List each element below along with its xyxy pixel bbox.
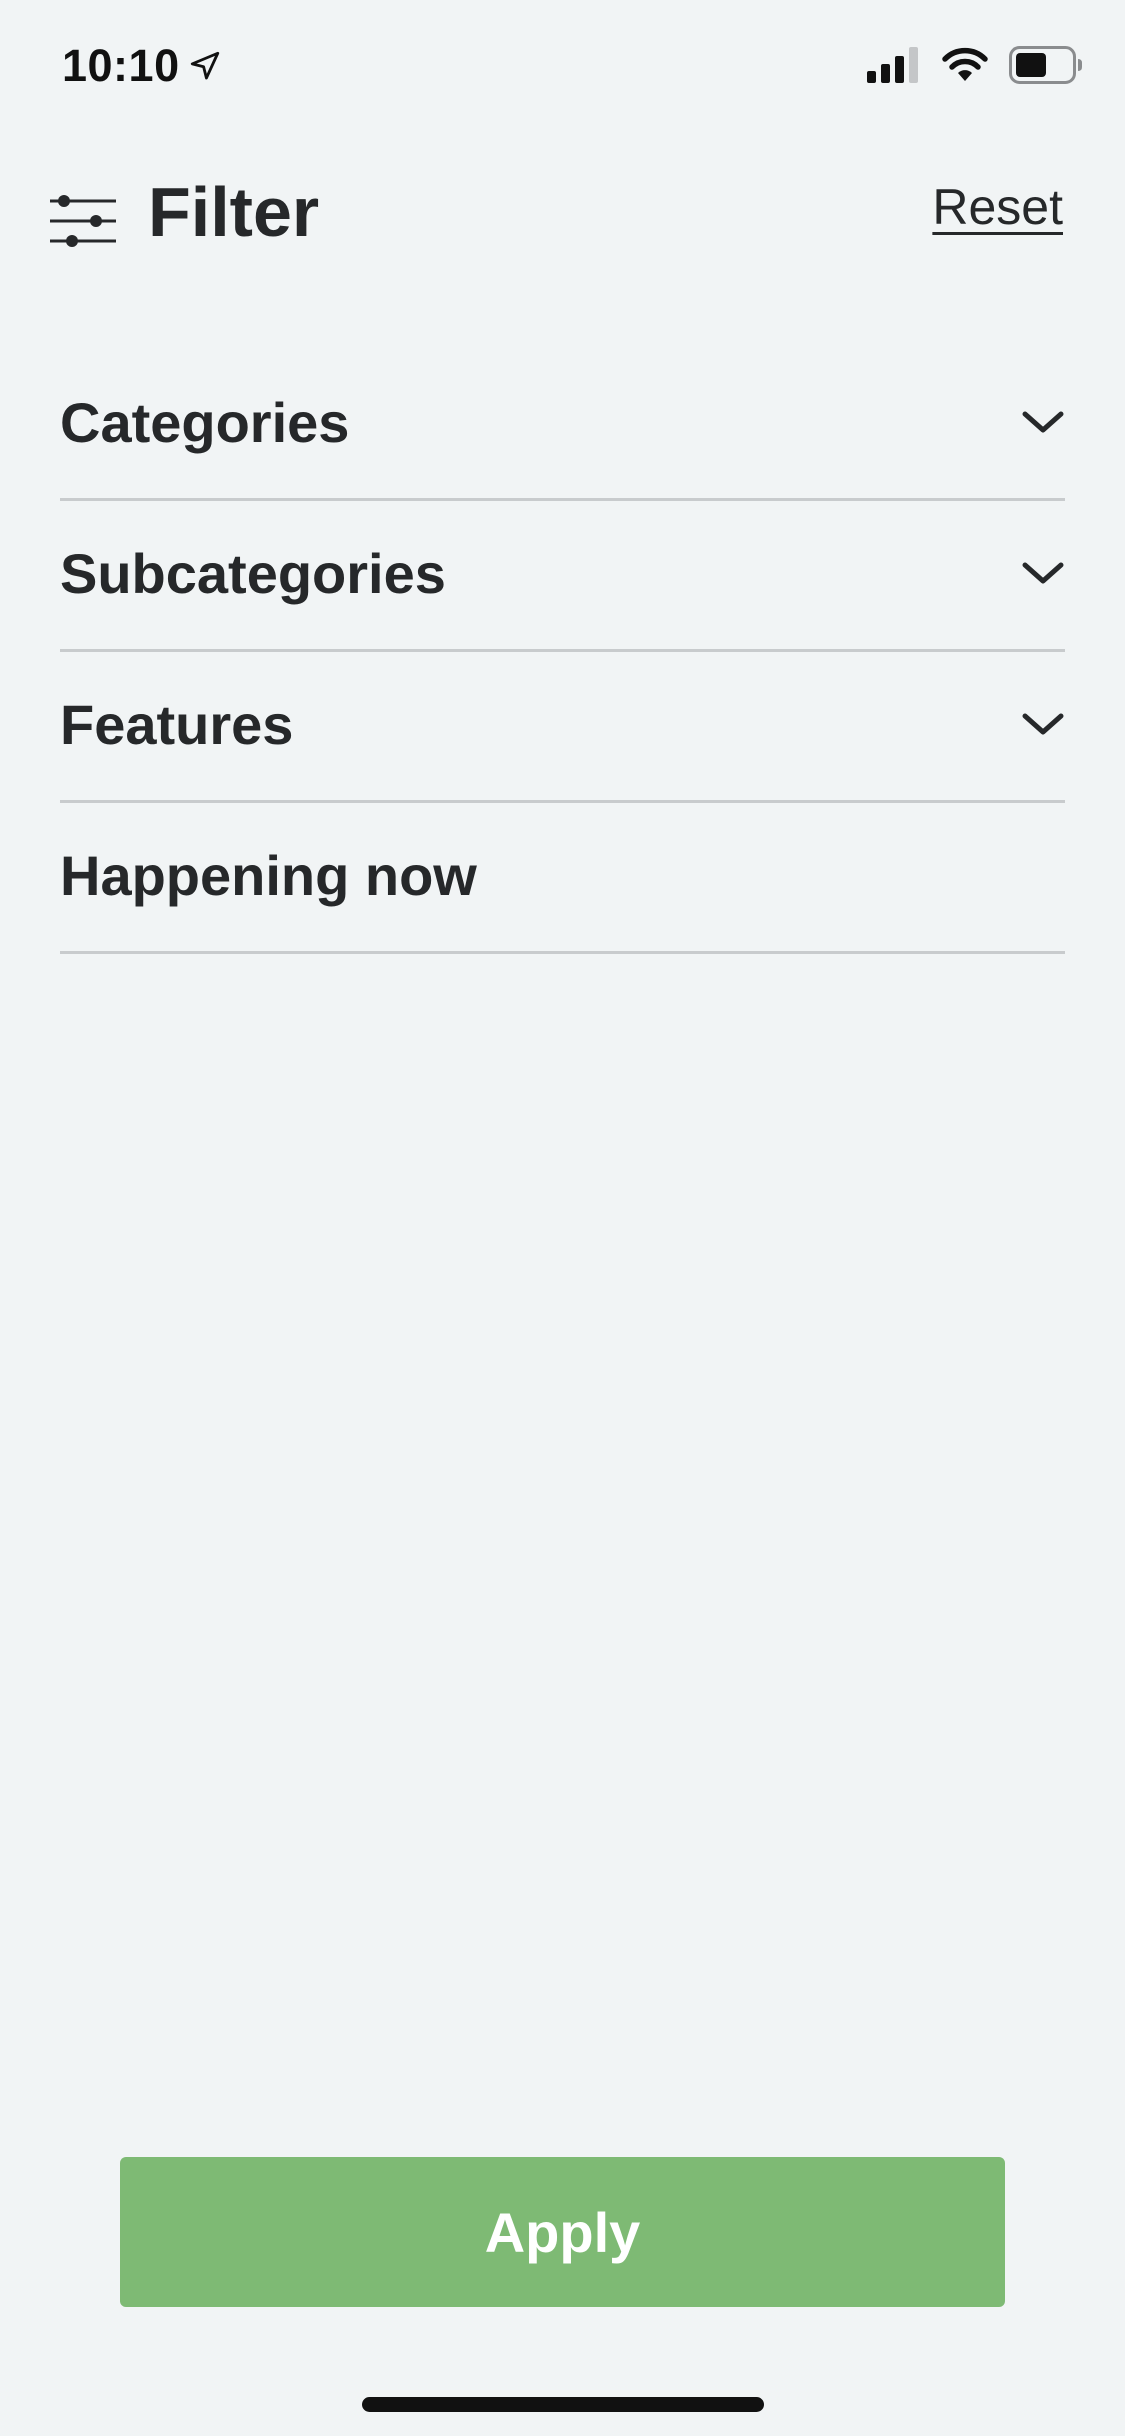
sliders-icon xyxy=(50,195,116,247)
wifi-icon xyxy=(942,47,988,81)
chevron-down-icon xyxy=(1022,411,1064,433)
chevron-down-icon xyxy=(1022,713,1064,735)
cellular-signal-icon xyxy=(867,47,918,83)
page-title: Filter xyxy=(148,173,320,251)
reset-button[interactable]: Reset xyxy=(932,178,1063,236)
status-bar: 10:10 xyxy=(0,0,1125,130)
filter-row-label: Happening now xyxy=(60,844,477,907)
filter-row-features[interactable]: Features xyxy=(60,652,1065,803)
filter-row-categories[interactable]: Categories xyxy=(60,350,1065,501)
filter-row-happening-now[interactable]: Happening now xyxy=(60,803,1065,954)
filter-row-label: Categories xyxy=(60,391,350,454)
header: Filter Reset xyxy=(0,160,1125,270)
home-indicator[interactable] xyxy=(362,2397,764,2412)
status-icons xyxy=(867,46,1083,84)
apply-button[interactable]: Apply xyxy=(120,2157,1005,2307)
filter-row-subcategories[interactable]: Subcategories xyxy=(60,501,1065,652)
status-time-text: 10:10 xyxy=(62,40,180,91)
location-arrow-icon xyxy=(190,51,219,80)
battery-icon xyxy=(1009,46,1082,84)
filter-row-label: Features xyxy=(60,693,294,756)
filter-list: Categories Subcategories Features Happen… xyxy=(60,350,1065,954)
filter-row-label: Subcategories xyxy=(60,542,446,605)
status-time: 10:10 xyxy=(62,40,222,92)
chevron-down-icon xyxy=(1022,562,1064,584)
